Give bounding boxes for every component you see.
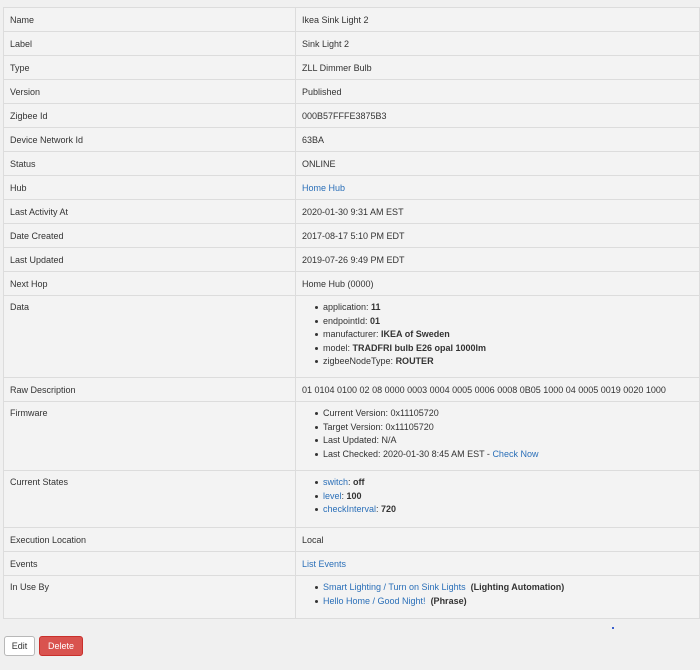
label-label: Label bbox=[3, 31, 296, 56]
row-type: Type ZLL Dimmer Bulb bbox=[3, 55, 700, 80]
row-firmware: Firmware Current Version: 0x11105720 Tar… bbox=[3, 401, 700, 471]
events-label: Events bbox=[3, 551, 296, 576]
status-value: ONLINE bbox=[295, 151, 700, 176]
zigbee-id-value: 000B57FFFE3875B3 bbox=[295, 103, 700, 128]
check-now-link[interactable]: Check Now bbox=[492, 449, 538, 459]
execution-location-value: Local bbox=[295, 527, 700, 552]
firmware-target-version: Target Version: 0x11105720 bbox=[315, 421, 693, 435]
delete-button[interactable]: Delete bbox=[39, 636, 83, 656]
firmware-current-version: Current Version: 0x11105720 bbox=[315, 407, 693, 421]
version-value: Published bbox=[295, 79, 700, 104]
name-value: Ikea Sink Light 2 bbox=[295, 7, 700, 32]
state-switch-link[interactable]: switch bbox=[323, 477, 348, 487]
data-label: Data bbox=[3, 295, 296, 378]
in-use-by-item: Smart Lighting / Turn on Sink Lights (Li… bbox=[315, 581, 693, 595]
device-properties-table: Name Ikea Sink Light 2 Label Sink Light … bbox=[3, 7, 700, 619]
row-version: Version Published bbox=[3, 79, 700, 104]
raw-description-label: Raw Description bbox=[3, 377, 296, 402]
device-network-id-value: 63BA bbox=[295, 127, 700, 152]
state-level: level: 100 bbox=[315, 490, 693, 504]
smart-lighting-link[interactable]: Smart Lighting / Turn on Sink Lights bbox=[323, 582, 466, 592]
row-device-network-id: Device Network Id 63BA bbox=[3, 127, 700, 152]
type-value: ZLL Dimmer Bulb bbox=[295, 55, 700, 80]
row-label: Label Sink Light 2 bbox=[3, 31, 700, 56]
name-label: Name bbox=[3, 7, 296, 32]
type-label: Type bbox=[3, 55, 296, 80]
last-activity-value: 2020-01-30 9:31 AM EST bbox=[295, 199, 700, 224]
data-item-application: application: 11 bbox=[315, 301, 693, 315]
raw-description-value: 01 0104 0100 02 08 0000 0003 0004 0005 0… bbox=[295, 377, 700, 402]
device-network-id-label: Device Network Id bbox=[3, 127, 296, 152]
version-label: Version bbox=[3, 79, 296, 104]
firmware-list: Current Version: 0x11105720 Target Versi… bbox=[302, 407, 693, 461]
row-zigbee-id: Zigbee Id 000B57FFFE3875B3 bbox=[3, 103, 700, 128]
in-use-by-item: Hello Home / Good Night! (Phrase) bbox=[315, 595, 693, 609]
row-next-hop: Next Hop Home Hub (0000) bbox=[3, 271, 700, 296]
row-data: Data application: 11 endpointId: 01 manu… bbox=[3, 295, 700, 378]
current-states-label: Current States bbox=[3, 470, 296, 528]
row-status: Status ONLINE bbox=[3, 151, 700, 176]
last-updated-label: Last Updated bbox=[3, 247, 296, 272]
next-hop-value: Home Hub (0000) bbox=[295, 271, 700, 296]
device-details-page: Name Ikea Sink Light 2 Label Sink Light … bbox=[0, 0, 700, 670]
state-check-interval-link[interactable]: checkInterval bbox=[323, 504, 376, 514]
data-item-model: model: TRADFRI bulb E26 opal 1000lm bbox=[315, 342, 693, 356]
list-events-link[interactable]: List Events bbox=[302, 559, 346, 569]
row-current-states: Current States switch: off level: 100 ch… bbox=[3, 470, 700, 528]
last-activity-label: Last Activity At bbox=[3, 199, 296, 224]
firmware-last-checked: Last Checked: 2020-01-30 8:45 AM EST - C… bbox=[315, 448, 693, 462]
date-created-value: 2017-08-17 5:10 PM EDT bbox=[295, 223, 700, 248]
edit-button[interactable]: Edit bbox=[4, 636, 35, 656]
hub-link[interactable]: Home Hub bbox=[302, 183, 345, 193]
data-list: application: 11 endpointId: 01 manufactu… bbox=[302, 301, 693, 369]
data-item-endpoint-id: endpointId: 01 bbox=[315, 315, 693, 329]
firmware-last-updated: Last Updated: N/A bbox=[315, 434, 693, 448]
row-last-updated: Last Updated 2019-07-26 9:49 PM EDT bbox=[3, 247, 700, 272]
row-events: Events List Events bbox=[3, 551, 700, 576]
next-hop-label: Next Hop bbox=[3, 271, 296, 296]
row-name: Name Ikea Sink Light 2 bbox=[3, 7, 700, 32]
stray-dot bbox=[612, 627, 614, 629]
row-raw-description: Raw Description 01 0104 0100 02 08 0000 … bbox=[3, 377, 700, 402]
status-label: Status bbox=[3, 151, 296, 176]
label-value: Sink Light 2 bbox=[295, 31, 700, 56]
date-created-label: Date Created bbox=[3, 223, 296, 248]
row-hub: Hub Home Hub bbox=[3, 175, 700, 200]
state-switch: switch: off bbox=[315, 476, 693, 490]
in-use-by-list: Smart Lighting / Turn on Sink Lights (Li… bbox=[302, 581, 693, 608]
state-check-interval: checkInterval: 720 bbox=[315, 503, 693, 517]
row-date-created: Date Created 2017-08-17 5:10 PM EDT bbox=[3, 223, 700, 248]
state-level-link[interactable]: level bbox=[323, 491, 342, 501]
hub-label: Hub bbox=[3, 175, 296, 200]
execution-location-label: Execution Location bbox=[3, 527, 296, 552]
zigbee-id-label: Zigbee Id bbox=[3, 103, 296, 128]
row-last-activity: Last Activity At 2020-01-30 9:31 AM EST bbox=[3, 199, 700, 224]
last-updated-value: 2019-07-26 9:49 PM EDT bbox=[295, 247, 700, 272]
firmware-label: Firmware bbox=[3, 401, 296, 471]
data-item-zigbee-node-type: zigbeeNodeType: ROUTER bbox=[315, 355, 693, 369]
row-execution-location: Execution Location Local bbox=[3, 527, 700, 552]
row-in-use-by: In Use By Smart Lighting / Turn on Sink … bbox=[3, 575, 700, 619]
current-states-list: switch: off level: 100 checkInterval: 72… bbox=[302, 476, 693, 517]
data-item-manufacturer: manufacturer: IKEA of Sweden bbox=[315, 328, 693, 342]
hello-home-link[interactable]: Hello Home / Good Night! bbox=[323, 596, 426, 606]
in-use-by-label: In Use By bbox=[3, 575, 296, 619]
